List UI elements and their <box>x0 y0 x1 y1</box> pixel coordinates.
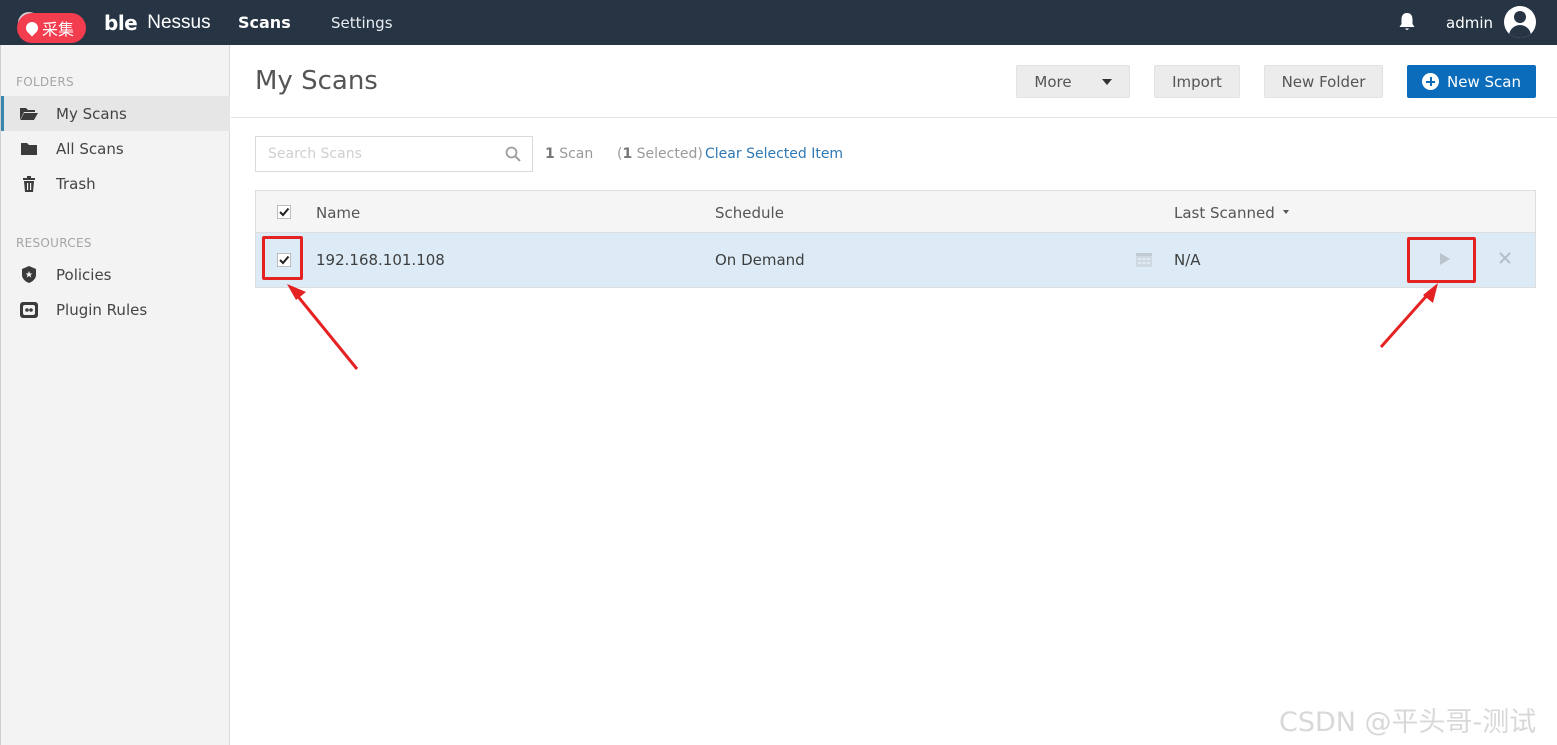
more-button-label: More <box>1034 72 1072 91</box>
arrow-to-play <box>1379 283 1438 348</box>
folders-heading: FOLDERS <box>16 75 74 89</box>
column-name[interactable]: Name <box>316 204 360 222</box>
selected-count: (1 Selected) <box>617 146 703 162</box>
watermark: CSDN @平头哥-测试 <box>1279 707 1537 738</box>
folder-open-icon <box>19 106 39 122</box>
shield-icon <box>19 266 39 283</box>
column-last-scanned[interactable]: Last Scanned <box>1174 204 1289 222</box>
page-title: My Scans <box>255 66 378 96</box>
sidebar-item-trash[interactable]: Trash <box>4 166 230 201</box>
scan-name[interactable]: 192.168.101.108 <box>316 251 445 269</box>
scan-count: 1 Scan <box>545 146 593 162</box>
column-last-scanned-label: Last Scanned <box>1174 204 1275 222</box>
nav-scans[interactable]: Scans <box>238 0 291 45</box>
more-dropdown-button[interactable]: More <box>1016 65 1130 98</box>
new-scan-label: New Scan <box>1447 72 1521 91</box>
scan-count-number: 1 <box>545 146 555 162</box>
sidebar-item-label: My Scans <box>56 104 127 123</box>
resources-heading: RESOURCES <box>16 236 92 250</box>
search-icon[interactable] <box>505 146 521 162</box>
arrow-to-checkbox <box>287 284 359 370</box>
clear-selected-link[interactable]: Clear Selected Item <box>705 146 843 162</box>
header-divider <box>231 117 1557 118</box>
pin-icon <box>23 19 41 37</box>
new-folder-button[interactable]: New Folder <box>1264 65 1383 98</box>
calendar-icon[interactable] <box>1135 250 1153 268</box>
close-icon[interactable] <box>1497 250 1513 266</box>
sidebar-item-plugin-rules[interactable]: Plugin Rules <box>4 292 230 327</box>
top-bar: ble Nessus 采集 Scans Settings admin <box>0 0 1557 45</box>
brand-name: ble <box>104 10 138 35</box>
user-avatar-icon[interactable] <box>1504 6 1536 38</box>
sidebar-item-my-scans[interactable]: My Scans <box>1 96 230 131</box>
annotation-arrows <box>287 283 1438 370</box>
search-input[interactable] <box>257 138 497 170</box>
scans-table: Name Schedule Last Scanned 192.168.101.1… <box>255 190 1536 288</box>
search-box <box>255 136 533 172</box>
scan-last-scanned: N/A <box>1174 251 1201 269</box>
new-scan-button[interactable]: New Scan <box>1407 65 1536 98</box>
sidebar: FOLDERS My Scans All Scans Trash RESOURC… <box>0 45 230 745</box>
brand-product: Nessus <box>147 11 211 33</box>
plus-circle-icon <box>1422 73 1440 90</box>
selected-label: Selected) <box>632 146 703 162</box>
sidebar-item-label: Plugin Rules <box>56 300 148 319</box>
scan-schedule: On Demand <box>715 251 805 269</box>
sidebar-item-policies[interactable]: Policies <box>4 257 230 292</box>
annotation-highlight-play <box>1407 237 1476 283</box>
plugin-rules-icon <box>19 301 39 318</box>
collect-badge-label: 采集 <box>42 20 75 39</box>
scan-count-label: Scan <box>554 146 594 162</box>
column-schedule[interactable]: Schedule <box>715 204 784 222</box>
sidebar-item-label: Policies <box>56 265 112 284</box>
sort-desc-icon <box>1282 209 1289 214</box>
folder-icon <box>19 141 39 157</box>
collect-badge[interactable]: 采集 <box>17 13 87 43</box>
sidebar-item-label: All Scans <box>56 139 124 158</box>
annotation-highlight-checkbox <box>262 236 303 280</box>
bell-icon[interactable] <box>1398 12 1416 32</box>
sidebar-item-label: Trash <box>56 174 96 193</box>
selected-count-number: 1 <box>622 146 633 162</box>
nav-settings[interactable]: Settings <box>331 0 393 45</box>
table-header: Name Schedule Last Scanned <box>256 191 1535 233</box>
user-name[interactable]: admin <box>1446 0 1493 45</box>
trash-icon <box>19 175 39 192</box>
select-all-checkbox[interactable] <box>277 205 291 219</box>
sidebar-item-all-scans[interactable]: All Scans <box>4 131 230 166</box>
table-row[interactable]: 192.168.101.108 On Demand N/A <box>256 233 1535 287</box>
caret-down-icon <box>1101 78 1112 85</box>
import-button[interactable]: Import <box>1154 65 1240 98</box>
